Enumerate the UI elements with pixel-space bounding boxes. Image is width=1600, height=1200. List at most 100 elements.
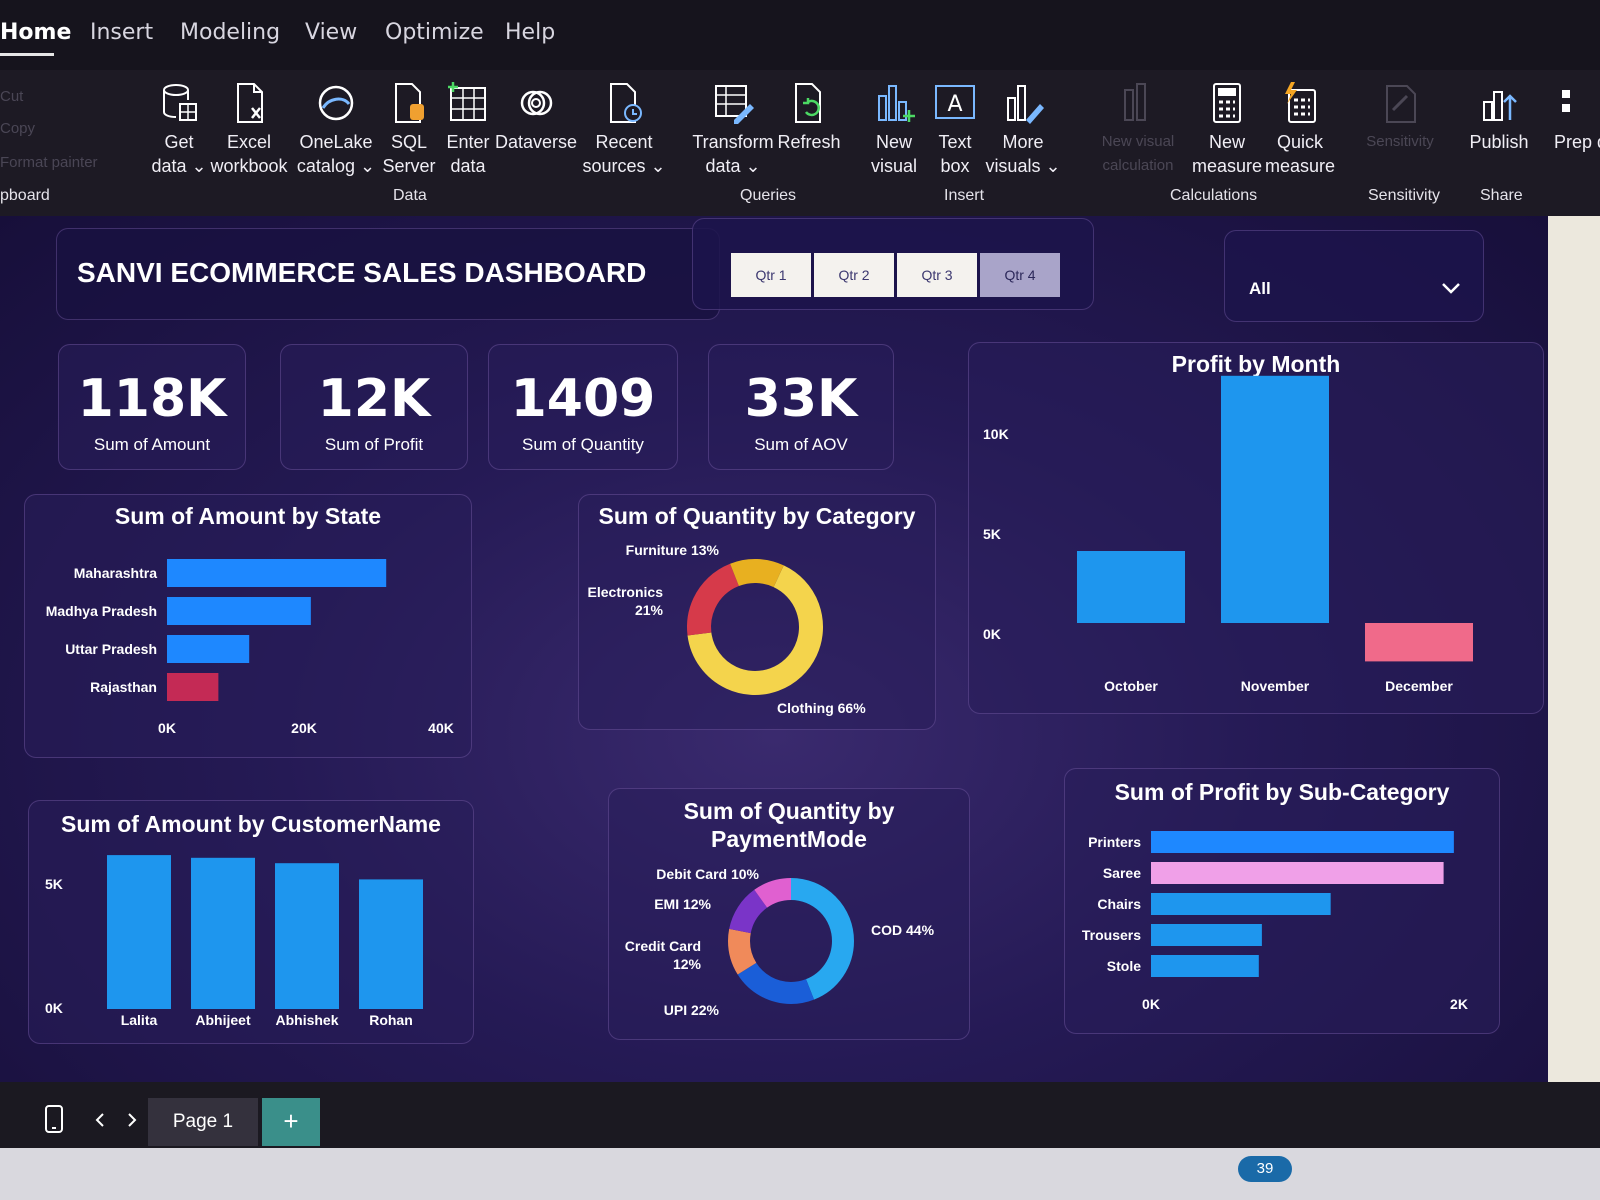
- new-measure-button[interactable]: New measure: [1190, 80, 1264, 178]
- kpi-card-aov: 33K Sum of AOV: [708, 344, 894, 470]
- category-label-madhya-pradesh: Madhya Pradesh: [46, 603, 157, 619]
- chart-card-profit-by-subcategory: Sum of Profit by Sub-Category Printers Sa…: [1064, 768, 1500, 1034]
- bar-abhishek: [275, 863, 339, 1009]
- kpi-card-amount: 118K Sum of Amount: [58, 344, 246, 470]
- dataverse-icon: [520, 90, 553, 116]
- bar-madhya-pradesh: [167, 597, 311, 625]
- report-canvas: SANVI ECOMMERCE SALES DASHBOARD Qtr 1 Qt…: [0, 216, 1548, 1082]
- kpi-card-profit: 12K Sum of Profit: [280, 344, 468, 470]
- slice-label-electronics: Electronics 21%: [588, 584, 664, 618]
- copy-button[interactable]: Copy: [0, 120, 35, 137]
- category-label-uttar-pradesh: Uttar Pradesh: [65, 641, 157, 657]
- category-label-abhishek: Abhishek: [275, 1012, 338, 1028]
- get-data-button[interactable]: Get data ⌄: [148, 80, 210, 178]
- y-tick-5k: 5K: [45, 876, 63, 892]
- kpi-aov-value: 33K: [744, 369, 858, 429]
- group-clipboard-label: pboard: [0, 187, 50, 204]
- bar-saree: [1151, 862, 1444, 884]
- mobile-layout-icon[interactable]: [44, 1104, 64, 1134]
- slicer-qtr-2[interactable]: Qtr 2: [814, 253, 894, 297]
- slicer-qtr-1[interactable]: Qtr 1: [731, 253, 811, 297]
- onelake-catalog-button[interactable]: OneLake catalog ⌄: [290, 80, 382, 178]
- more-visuals-button[interactable]: More visuals ⌄: [984, 80, 1062, 178]
- bar-trousers: [1151, 924, 1262, 946]
- title-card: SANVI ECOMMERCE SALES DASHBOARD: [56, 228, 720, 320]
- previous-page-icon[interactable]: [94, 1112, 106, 1128]
- dashboard-title: SANVI ECOMMERCE SALES DASHBOARD: [77, 257, 647, 288]
- page-tab-bar: Page 1 +: [0, 1082, 1600, 1148]
- prep-icon: [1562, 90, 1570, 112]
- category-label-lalita: Lalita: [121, 1012, 158, 1028]
- menu-help[interactable]: Help: [505, 20, 555, 45]
- ribbon: Cut Copy Format painter pboard Get data …: [0, 70, 1600, 216]
- quantity-by-payment-chart: COD 44% UPI 22% Credit Card 12% EMI 12% Debit…: [625, 866, 935, 1018]
- menu-optimize[interactable]: Optimize: [385, 20, 484, 45]
- new-visual-calculation-button[interactable]: New visual calculation: [1092, 80, 1184, 178]
- menu-home[interactable]: Home: [0, 20, 71, 45]
- quantity-by-category-chart: Clothing 66% Electronics 21% Furniture 13%: [588, 542, 867, 716]
- category-label-abhijeet: Abhijeet: [195, 1012, 251, 1028]
- kpi-amount-value: 118K: [77, 369, 227, 429]
- bar-chart-add-icon: [878, 85, 915, 122]
- menu-modeling[interactable]: Modeling: [180, 20, 280, 45]
- cut-button[interactable]: Cut: [0, 88, 23, 105]
- publish-icon: [1483, 91, 1517, 121]
- onelake-icon: [318, 85, 354, 121]
- bar-rohan: [359, 879, 423, 1009]
- slicer-qtr-3[interactable]: Qtr 3: [897, 253, 977, 297]
- refresh-icon: [795, 83, 821, 123]
- profit-by-month-chart: October November December 10K 5K 0K: [983, 375, 1473, 694]
- recent-sources-button[interactable]: Recent sources ⌄: [580, 80, 668, 178]
- slicer-qtr-4[interactable]: Qtr 4: [980, 253, 1060, 297]
- slice-label-cod: COD 44%: [871, 922, 935, 938]
- x-tick-0k: 0K: [158, 720, 176, 736]
- transform-data-button[interactable]: Transform data ⌄: [688, 80, 778, 178]
- chart-card-amount-by-customer: Sum of Amount by CustomerName Lalita Abhi…: [28, 800, 474, 1044]
- add-page-button[interactable]: +: [262, 1098, 320, 1146]
- kpi-profit-value: 12K: [317, 369, 431, 429]
- visual-calculation-icon: [1124, 83, 1146, 121]
- text-box-button[interactable]: A Text box: [928, 80, 982, 178]
- dropdown-slicer[interactable]: All: [1224, 230, 1484, 322]
- slice-label-credit-card: Credit Card 12%: [625, 938, 702, 972]
- calculator-icon: [1213, 83, 1241, 123]
- menu-insert[interactable]: Insert: [90, 20, 153, 45]
- category-label-chairs: Chairs: [1097, 896, 1141, 912]
- new-visual-button[interactable]: New visual: [866, 80, 922, 178]
- chevron-down-icon: [1442, 283, 1460, 294]
- bar-november: [1221, 375, 1329, 623]
- category-label-printers: Printers: [1088, 834, 1141, 850]
- y-tick-0k: 0K: [983, 626, 1001, 642]
- notification-badge[interactable]: 39: [1238, 1156, 1292, 1182]
- publish-button[interactable]: Publish: [1466, 80, 1532, 154]
- kpi-quantity-label: Sum of Quantity: [522, 435, 644, 454]
- dataverse-button[interactable]: Dataverse: [494, 80, 578, 154]
- group-calculations-label: Calculations: [1170, 187, 1258, 204]
- kpi-aov-label: Sum of AOV: [754, 435, 848, 454]
- amount-by-state-chart: Maharashtra Madhya Pradesh Uttar Pradesh Ra…: [46, 559, 454, 736]
- quick-measure-icon: [1285, 82, 1316, 123]
- slice-label-debit-card: Debit Card 10%: [656, 866, 759, 882]
- group-sensitivity-label: Sensitivity: [1368, 187, 1441, 204]
- recent-file-icon: [610, 83, 642, 123]
- refresh-button[interactable]: Refresh: [776, 80, 842, 154]
- transform-table-icon: [715, 85, 754, 124]
- format-painter-button[interactable]: Format painter: [0, 154, 98, 171]
- sensitivity-button[interactable]: Sensitivity: [1360, 80, 1440, 154]
- menu-view[interactable]: View: [305, 20, 357, 45]
- svg-text:A: A: [947, 92, 962, 117]
- prep-data-button[interactable]: Prep d: [1554, 80, 1600, 154]
- x-tick-0k: 0K: [1142, 996, 1160, 1012]
- quick-measure-button[interactable]: Quick measure: [1262, 80, 1338, 178]
- excel-workbook-button[interactable]: Excel workbook: [210, 80, 288, 178]
- table-grid-icon: [448, 82, 486, 121]
- enter-data-button[interactable]: Enter data: [440, 80, 496, 178]
- next-page-icon[interactable]: [126, 1112, 138, 1128]
- y-tick-0k: 0K: [45, 1000, 63, 1016]
- x-tick-20k: 20K: [291, 720, 317, 736]
- canvas-right-strip: [1548, 216, 1600, 1082]
- sql-server-button[interactable]: SQL Server: [380, 80, 438, 178]
- category-label-stole: Stole: [1107, 958, 1141, 974]
- chart-card-amount-by-state: Sum of Amount by State Maharashtra Madhya…: [24, 494, 472, 758]
- page-tab-page-1[interactable]: Page 1: [148, 1098, 258, 1146]
